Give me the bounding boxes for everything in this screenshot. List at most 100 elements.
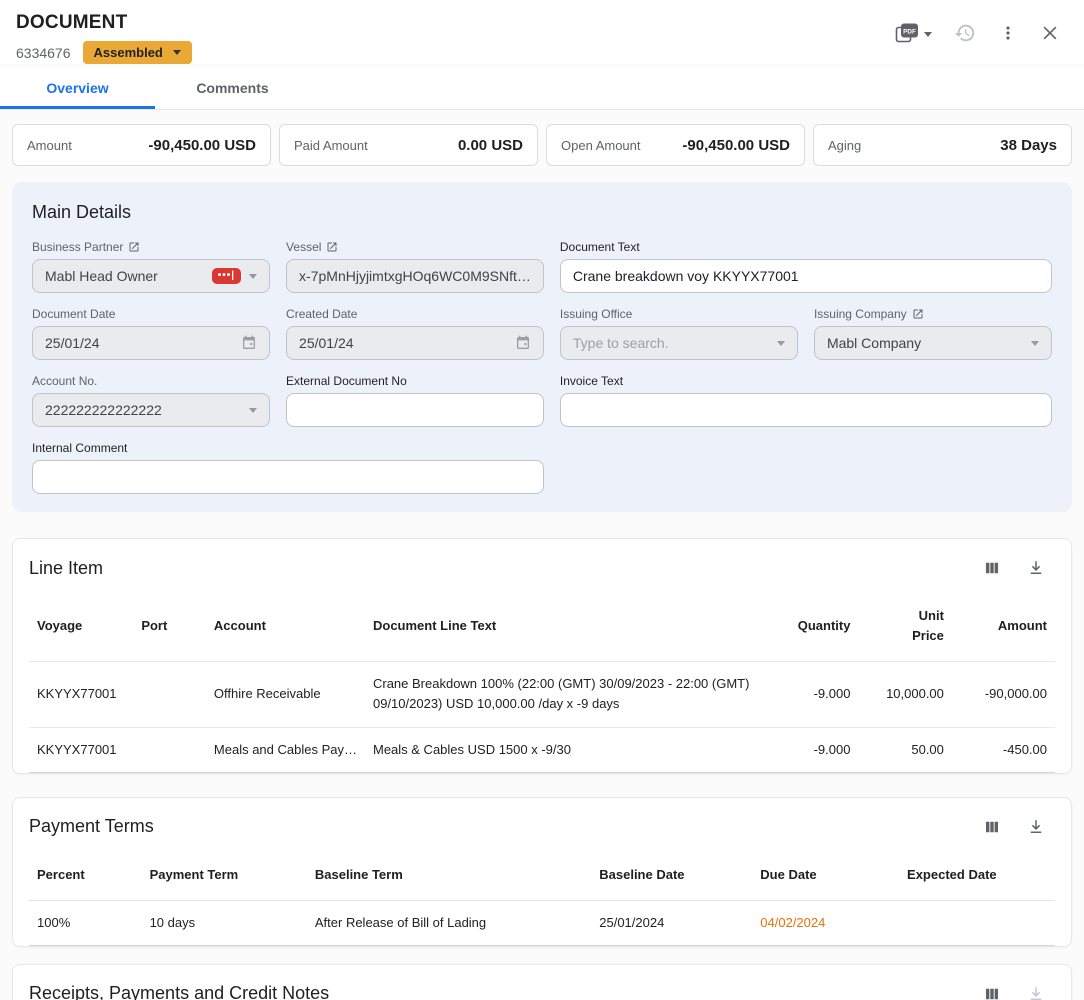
cell-account: Meals and Cables Pay…	[214, 740, 357, 760]
cell-quantity: -9.000	[775, 727, 859, 772]
pdf-icon: PDF	[895, 22, 920, 47]
issuing-office-select[interactable]: Type to search.	[560, 326, 798, 360]
chevron-down-icon	[173, 50, 181, 55]
summary-card-open-amount: Open Amount -90,450.00 USD	[546, 124, 805, 166]
summary-value: -90,450.00 USD	[682, 137, 790, 154]
document-text-input[interactable]	[560, 259, 1052, 293]
summary-card-amount: Amount -90,450.00 USD	[12, 124, 271, 166]
issuing-company-select[interactable]: Mabl Company	[814, 326, 1052, 360]
tab-bar: Overview Comments	[0, 68, 1084, 110]
vessel-label: Vessel	[286, 240, 321, 254]
col-port: Port	[133, 591, 206, 662]
download-icon	[1027, 559, 1045, 577]
payment-terms-table: Percent Payment Term Baseline Term Basel…	[29, 850, 1055, 946]
chevron-down-icon	[1031, 341, 1039, 346]
account-no-select[interactable]: 222222222222222	[32, 393, 270, 427]
download-icon	[1027, 985, 1045, 1000]
summary-card-paid-amount: Paid Amount 0.00 USD	[279, 124, 538, 166]
document-text-label: Document Text	[560, 240, 640, 254]
summary-label: Paid Amount	[294, 138, 368, 153]
main-details-section: Main Details Business Partner Mabl Head …	[12, 182, 1072, 512]
document-number: 6334676	[16, 45, 71, 61]
cell-payment-term: 10 days	[142, 900, 307, 945]
col-quantity: Quantity	[775, 591, 859, 662]
close-button[interactable]	[1034, 19, 1066, 50]
page-title: DOCUMENT	[16, 12, 192, 34]
issuing-office-label: Issuing Office	[560, 307, 632, 321]
section-title-receipts: Receipts, Payments and Credit Notes	[29, 983, 329, 1000]
columns-icon	[983, 818, 1001, 836]
cell-unit-price: 50.00	[858, 727, 951, 772]
created-date-input[interactable]: 25/01/24	[286, 326, 544, 360]
cell-port	[133, 727, 206, 772]
columns-button[interactable]	[977, 555, 1007, 581]
more-menu-button[interactable]	[992, 19, 1024, 50]
vessel-input[interactable]: x-7pMnHjyjimtxgHOq6WC0M9SNft…	[286, 259, 544, 293]
tab-overview[interactable]: Overview	[0, 68, 155, 109]
issuing-company-value: Mabl Company	[827, 335, 1023, 351]
document-date-input[interactable]: 25/01/24	[32, 326, 270, 360]
status-badge[interactable]: Assembled	[83, 41, 192, 64]
cell-document-line-text: Meals & Cables USD 1500 x -9/30	[365, 727, 775, 772]
download-button[interactable]	[1021, 555, 1051, 581]
invoice-text-label: Invoice Text	[560, 374, 623, 388]
cell-baseline-term: After Release of Bill of Lading	[307, 900, 591, 945]
invoice-text-field: Invoice Text	[560, 373, 1052, 427]
col-document-line-text: Document Line Text	[365, 591, 775, 662]
tab-comments[interactable]: Comments	[155, 68, 310, 109]
line-item-row[interactable]: KKYYX77001 Offhire Receivable Crane Brea…	[29, 662, 1055, 727]
line-item-table: Voyage Port Account Document Line Text Q…	[29, 591, 1055, 773]
calendar-icon	[515, 335, 531, 351]
col-amount: Amount	[952, 591, 1055, 662]
col-account: Account	[206, 591, 365, 662]
document-header: DOCUMENT 6334676 Assembled PDF	[0, 0, 1084, 64]
columns-button[interactable]	[977, 981, 1007, 1000]
pdf-export-button[interactable]: PDF	[889, 18, 938, 51]
col-payment-term: Payment Term	[142, 850, 307, 901]
document-date-field: Document Date 25/01/24	[32, 306, 270, 360]
payment-term-row[interactable]: 100% 10 days After Release of Bill of La…	[29, 900, 1055, 945]
summary-card-aging: Aging 38 Days	[813, 124, 1072, 166]
history-icon	[954, 22, 976, 47]
created-date-label: Created Date	[286, 307, 357, 321]
document-text-field: Document Text	[560, 239, 1052, 293]
cell-amount: -450.00	[952, 727, 1055, 772]
cell-percent: 100%	[29, 900, 142, 945]
summary-label: Aging	[828, 138, 861, 153]
business-partner-select[interactable]: Mabl Head Owner •••|	[32, 259, 270, 293]
section-title-main-details: Main Details	[32, 202, 1052, 223]
download-button-disabled[interactable]	[1021, 981, 1051, 1000]
invoice-text-input[interactable]	[560, 393, 1052, 427]
summary-value: -90,450.00 USD	[148, 137, 256, 154]
status-label: Assembled	[94, 45, 163, 60]
col-unit-price: Unit Price	[858, 591, 951, 662]
cell-voyage: KKYYX77001	[29, 662, 133, 727]
internal-comment-input[interactable]	[32, 460, 544, 494]
vessel-value: x-7pMnHjyjimtxgHOq6WC0M9SNft…	[299, 268, 531, 284]
account-no-field: Account No. 222222222222222	[32, 373, 270, 427]
external-document-no-input[interactable]	[286, 393, 544, 427]
col-baseline-term: Baseline Term	[307, 850, 591, 901]
columns-button[interactable]	[977, 814, 1007, 840]
summary-row: Amount -90,450.00 USD Paid Amount 0.00 U…	[0, 110, 1084, 166]
external-link-icon[interactable]	[326, 241, 338, 253]
columns-icon	[983, 559, 1001, 577]
cell-due-date: 04/02/2024	[752, 900, 899, 945]
cell-document-line-text: Crane Breakdown 100% (22:00 (GMT) 30/09/…	[365, 662, 775, 727]
download-button[interactable]	[1021, 814, 1051, 840]
external-link-icon[interactable]	[912, 308, 924, 320]
business-partner-field: Business Partner Mabl Head Owner •••|	[32, 239, 270, 293]
chevron-down-icon	[249, 274, 257, 279]
cell-expected-date	[899, 900, 1055, 945]
history-button[interactable]	[948, 18, 982, 51]
document-date-value: 25/01/24	[45, 335, 233, 351]
cell-amount: -90,000.00	[952, 662, 1055, 727]
kebab-menu-icon	[998, 23, 1018, 46]
external-link-icon[interactable]	[128, 241, 140, 253]
section-title-line-item: Line Item	[29, 558, 103, 579]
line-item-row[interactable]: KKYYX77001 Meals and Cables Pay… Meals &…	[29, 727, 1055, 772]
mabl-marker-badge: •••|	[212, 268, 241, 284]
external-document-no-label: External Document No	[286, 374, 407, 388]
col-percent: Percent	[29, 850, 142, 901]
col-baseline-date: Baseline Date	[591, 850, 752, 901]
